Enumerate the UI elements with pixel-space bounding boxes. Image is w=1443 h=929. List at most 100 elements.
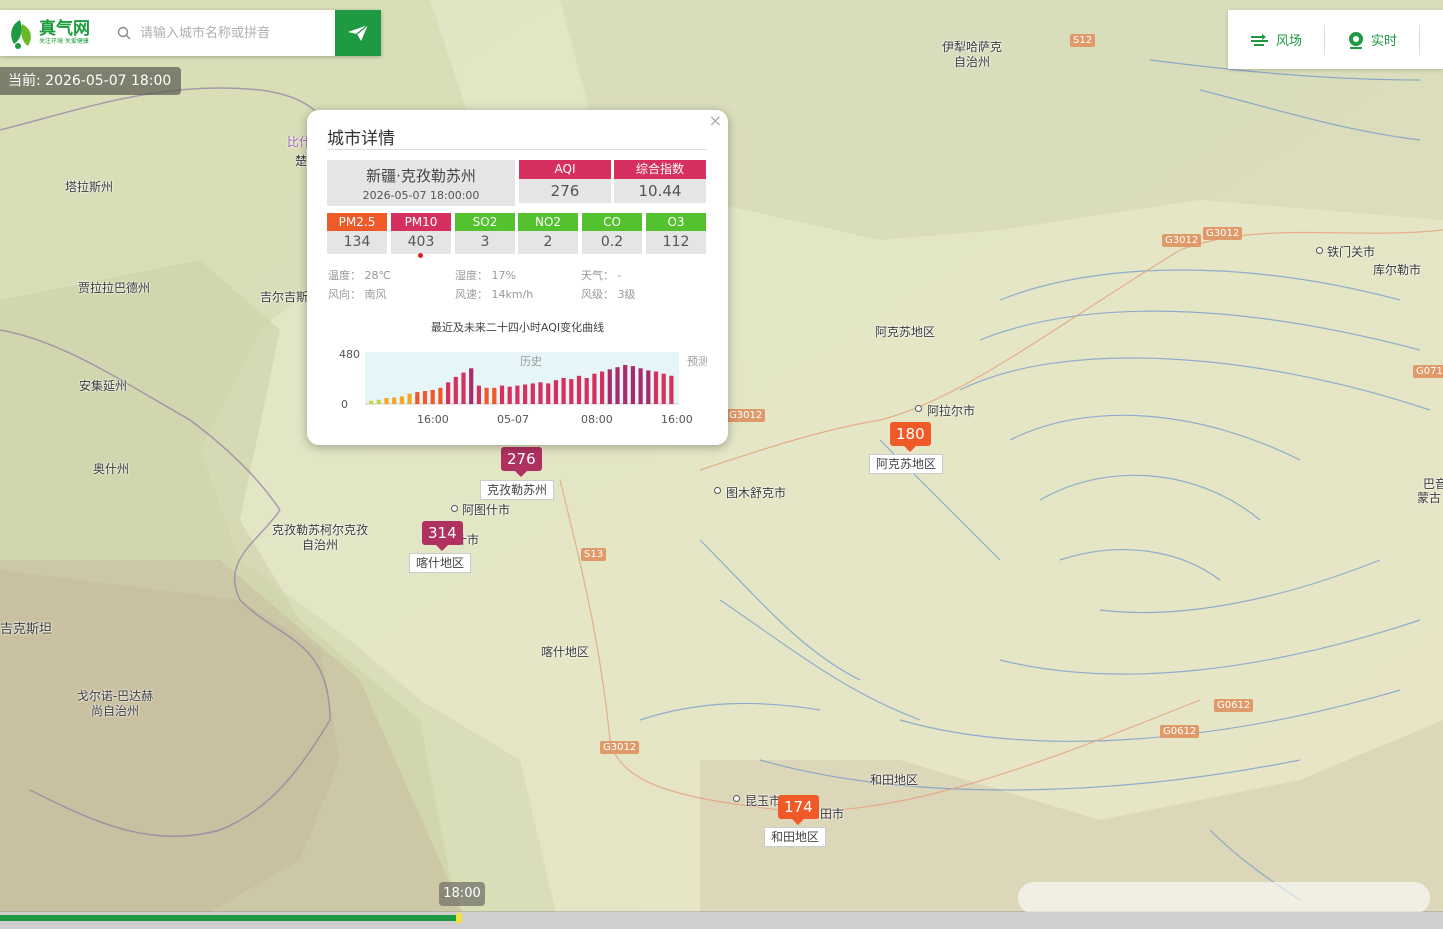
- divider: [327, 149, 707, 150]
- map-label: 安集延州: [79, 379, 128, 393]
- aqi-bar: [507, 386, 512, 404]
- aqi-bar: [392, 397, 397, 404]
- aqi-marker[interactable]: 314: [422, 521, 463, 551]
- map-label: 楚: [295, 154, 308, 168]
- pollutant-label: SO2: [455, 213, 515, 231]
- y-tick-label: 480: [339, 348, 360, 361]
- map-label: 喀什地区: [541, 645, 590, 659]
- aqi-bar: [615, 367, 620, 404]
- aqi-marker[interactable]: 174: [778, 795, 819, 825]
- pollutant-value: 134: [327, 231, 387, 254]
- aqi-chart: 480 0 历史 预测 16:00 05-07 08:00 16:00: [339, 348, 707, 426]
- aqi-bar: [538, 382, 543, 404]
- x-tick-label: 16:00: [661, 413, 693, 426]
- logo-title: 真气网: [39, 19, 90, 39]
- search-input[interactable]: [138, 17, 327, 49]
- aqi-bar: [446, 382, 451, 404]
- wind-field-button[interactable]: 风场: [1228, 25, 1324, 55]
- realtime-icon: [1349, 31, 1364, 49]
- aqi-bar: [600, 371, 605, 404]
- city-dot: [733, 795, 740, 802]
- road-shield: S12: [1070, 34, 1096, 47]
- popup-title: 城市详情: [327, 129, 395, 149]
- timeline-elapsed: [0, 915, 458, 921]
- road-shield: G3012: [1203, 227, 1243, 240]
- aqi-bar: [661, 373, 666, 404]
- aqi-bar: [607, 369, 612, 404]
- aqi-bar: [530, 383, 535, 404]
- map-label: 吉克斯坦: [0, 622, 53, 637]
- road-shield: S13: [581, 548, 607, 561]
- chart-caption: 最近及未来二十四小时AQI变化曲线: [430, 321, 605, 334]
- pollutant-co: CO 0.2: [582, 213, 642, 254]
- aqi-bar: [638, 368, 643, 405]
- primary-pollutant-dot: [418, 253, 423, 258]
- region-tag[interactable]: 喀什地区: [409, 553, 472, 573]
- aqi-bar: [415, 392, 420, 404]
- search-bar: 真气网 关注环境 关爱健康: [0, 10, 381, 56]
- aqi-bar: [376, 399, 381, 404]
- divider: [1419, 24, 1421, 55]
- wind-level: 风级： 3级: [581, 288, 636, 301]
- search-submit-button[interactable]: [335, 10, 381, 56]
- send-icon: [348, 24, 369, 41]
- region-tag[interactable]: 克孜勒苏州: [480, 480, 555, 500]
- timeline-current-time: 18:00: [439, 882, 485, 906]
- aqi-bar: [592, 373, 597, 404]
- map-label: 奥什州: [93, 462, 130, 476]
- pollutant-so2: SO2 3: [455, 213, 515, 254]
- aqi-marker[interactable]: 276: [501, 447, 542, 477]
- road-shield: G0612: [1214, 699, 1254, 712]
- leaf-logo-icon: [11, 20, 31, 49]
- city-time: 2026-05-07 18:00:00: [362, 189, 480, 202]
- aqi-marker[interactable]: 180: [890, 422, 931, 452]
- timeline-handle[interactable]: [456, 913, 462, 923]
- aqi-bar: [407, 393, 412, 404]
- aqi-bar: [623, 365, 628, 404]
- y-tick-label: 0: [341, 398, 348, 411]
- aqi-bar: [430, 389, 435, 404]
- city-info: 新疆·克孜勒苏州 2026-05-07 18:00:00: [327, 160, 515, 206]
- pollutant-value: 403: [391, 231, 451, 254]
- map-label: 图木舒克市: [726, 486, 787, 500]
- pollutant-no2: NO2 2: [518, 213, 578, 254]
- city-name: 新疆·克孜勒苏州: [366, 167, 476, 185]
- logo-subtitle: 关注环境 关爱健康: [39, 38, 89, 45]
- composite-index-label: 综合指数: [614, 160, 706, 179]
- aqi-label: AQI: [519, 160, 611, 179]
- timeline-bar[interactable]: [0, 912, 1443, 929]
- aqi-bar: [653, 371, 659, 404]
- aqi-bar: [484, 387, 489, 405]
- pollutant-pm25: PM2.5 134: [327, 213, 387, 254]
- pollutant-label: O3: [646, 213, 706, 231]
- aqi-bar: [630, 366, 635, 404]
- current-time: 当前: 2026-05-07 18:00: [0, 67, 182, 95]
- region-tag[interactable]: 阿克苏地区: [869, 454, 944, 474]
- map-label: 铁门关市: [1327, 245, 1376, 259]
- aqi-bar: [561, 378, 566, 404]
- city-dot: [1316, 247, 1323, 254]
- map-label: 阿图什市: [462, 503, 511, 517]
- aqi-bar: [523, 384, 528, 404]
- x-tick-label: 05-07: [497, 413, 529, 426]
- aqi-box: AQI 276: [519, 160, 611, 203]
- aqi-bar: [399, 396, 404, 404]
- road-shield: G0711: [1413, 365, 1443, 378]
- region-tag[interactable]: 和田地区: [764, 827, 827, 847]
- wind-field-label: 风场: [1276, 34, 1303, 49]
- map-label: 阿克苏地区: [875, 325, 936, 339]
- aqi-bar: [476, 385, 481, 404]
- close-icon[interactable]: ×: [709, 111, 722, 130]
- pollutant-pm10: PM10 403: [391, 213, 451, 258]
- aqi-bar: [499, 385, 505, 404]
- aqi-bar: [422, 391, 428, 404]
- aqi-bar: [669, 375, 674, 404]
- city-dot: [714, 487, 721, 494]
- realtime-button[interactable]: 实时: [1325, 25, 1419, 55]
- pollutant-label: NO2: [518, 213, 578, 231]
- aqi-bar: [492, 387, 497, 405]
- realtime-label: 实时: [1371, 34, 1398, 49]
- map-label: 塔拉斯州: [65, 180, 114, 194]
- x-tick-label: 16:00: [417, 413, 449, 426]
- logo[interactable]: 真气网 关注环境 关爱健康: [0, 10, 110, 56]
